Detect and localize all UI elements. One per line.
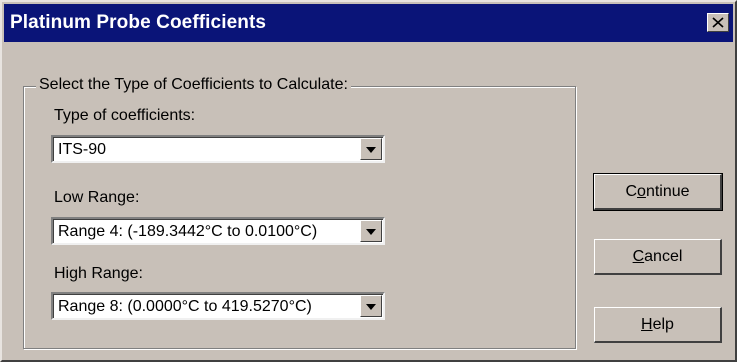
- window-title: Platinum Probe Coefficients: [10, 12, 267, 33]
- triangle-down-icon: [366, 297, 376, 315]
- type-dropdown-button[interactable]: [360, 138, 382, 160]
- close-button[interactable]: [707, 13, 729, 32]
- high-range-label: High Range:: [54, 265, 143, 282]
- high-range-value: Range 8: (0.0000°C to 419.5270°C): [58, 298, 312, 315]
- coefficients-dialog: Platinum Probe Coefficients Select the T…: [0, 0, 737, 362]
- group-legend: Select the Type of Coefficients to Calcu…: [36, 76, 351, 94]
- help-label: Help: [641, 315, 674, 333]
- coefficients-groupbox: Select the Type of Coefficients to Calcu…: [23, 76, 576, 349]
- low-range-select[interactable]: Range 4: (-189.3442°C to 0.0100°C): [51, 217, 385, 245]
- low-range-value: Range 4: (-189.3442°C to 0.0100°C): [58, 223, 318, 240]
- cancel-label: Cancel: [632, 247, 683, 265]
- title-bar[interactable]: Platinum Probe Coefficients: [4, 4, 733, 42]
- continue-label: Continue: [625, 182, 690, 200]
- close-icon: [712, 17, 724, 28]
- type-label: Type of coefficients:: [54, 107, 196, 124]
- cancel-button[interactable]: Cancel: [594, 239, 722, 275]
- high-range-select[interactable]: Range 8: (0.0000°C to 419.5270°C): [51, 292, 385, 320]
- low-range-dropdown-button[interactable]: [360, 220, 382, 242]
- help-button[interactable]: Help: [594, 307, 722, 343]
- type-select[interactable]: ITS-90: [51, 135, 385, 163]
- low-range-label: Low Range:: [54, 189, 140, 206]
- continue-button[interactable]: Continue: [593, 173, 723, 211]
- triangle-down-icon: [366, 222, 376, 240]
- type-select-value: ITS-90: [58, 141, 107, 158]
- high-range-dropdown-button[interactable]: [360, 295, 382, 317]
- triangle-down-icon: [366, 140, 376, 158]
